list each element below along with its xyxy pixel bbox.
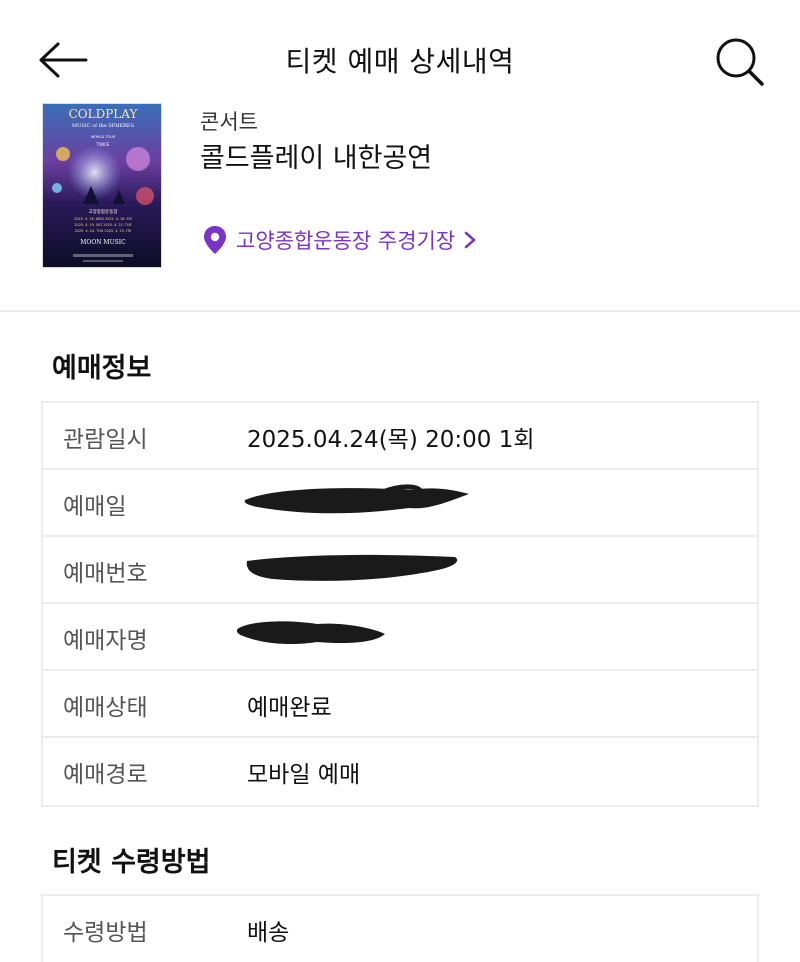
row-label: 예매번호 — [63, 561, 148, 587]
poster-venue: 고양종합운동장 — [89, 208, 118, 215]
table-row: 예매번호 — [43, 537, 757, 604]
chevron-right-icon — [464, 231, 476, 249]
booking-info-table: 관람일시 2025.04.24(목) 20:00 1회 예매일 예매번호 예매자… — [41, 401, 759, 807]
row-label: 예매자명 — [63, 628, 148, 654]
redaction-mark — [246, 554, 458, 581]
venue-name: 고양종합운동장 주경기장 — [236, 229, 456, 253]
ticket-receipt-title: 티켓 수령방법 — [52, 847, 211, 878]
booking-status-value: 예매완료 — [247, 695, 332, 721]
row-label: 예매경로 — [63, 762, 148, 788]
event-name: 콜드플레이 내한공연 — [200, 143, 433, 174]
poster-guest: TWICE — [96, 142, 110, 147]
booking-channel-value: 모바일 예매 — [247, 762, 361, 788]
poster-album: MOON MUSIC — [80, 239, 126, 246]
row-label: 예매상태 — [63, 695, 148, 721]
table-row: 예매상태 예매완료 — [43, 671, 757, 738]
booking-info-title: 예매정보 — [52, 353, 152, 384]
search-button[interactable] — [714, 36, 766, 88]
table-row: 예매경로 모바일 예매 — [43, 738, 757, 805]
venue-link[interactable]: 고양종합운동장 주경기장 — [202, 224, 477, 256]
search-icon — [716, 38, 764, 86]
section-divider — [0, 310, 800, 312]
poster-subtitle: MUSIC of the SPHERES — [72, 123, 135, 129]
viewing-datetime-value: 2025.04.24(목) 20:00 1회 — [247, 427, 535, 453]
redaction-mark — [236, 621, 385, 644]
row-label: 예매일 — [63, 494, 127, 520]
event-category: 콘서트 — [200, 110, 258, 134]
table-row: 수령방법 배송 — [43, 896, 757, 962]
ticket-receipt-table: 수령방법 배송 — [41, 894, 759, 962]
poster-date-2: 2025. 4. 19. SAT 2025. 4. 22. TUE — [74, 223, 131, 227]
poster-date-1: 2025. 4. 16. WED 2025. 4. 18. FRI — [74, 217, 132, 221]
redaction-mark — [244, 484, 469, 514]
event-poster[interactable]: COLDPLAY MUSIC of the SPHERES WORLD TOUR… — [42, 103, 162, 268]
page-title: 티켓 예매 상세내역 — [285, 45, 515, 78]
row-label: 관람일시 — [63, 427, 148, 453]
row-label: 수령방법 — [63, 920, 148, 946]
location-pin-icon — [204, 226, 226, 254]
table-row: 예매자명 — [43, 604, 757, 671]
event-summary: COLDPLAY MUSIC of the SPHERES WORLD TOUR… — [0, 100, 800, 310]
table-row: 관람일시 2025.04.24(목) 20:00 1회 — [43, 403, 757, 470]
table-row: 예매일 — [43, 470, 757, 537]
poster-title: COLDPLAY — [69, 107, 139, 121]
poster-tour: WORLD TOUR — [91, 135, 116, 139]
receipt-method-value: 배송 — [247, 920, 290, 946]
poster-date-3: 2025. 4. 24. THU 2025. 4. 25. FRI — [75, 229, 132, 233]
